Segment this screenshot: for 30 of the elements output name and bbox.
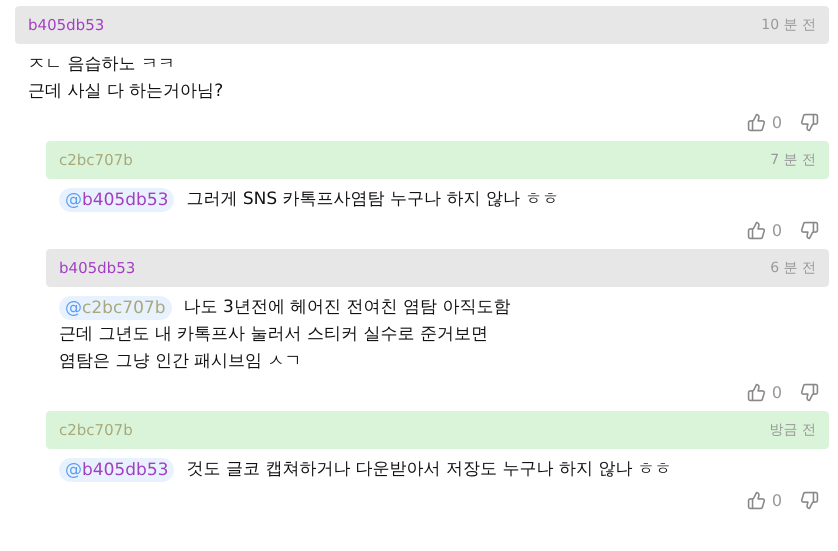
thumbs-up-icon[interactable] [746, 113, 766, 132]
mention-tag[interactable]: @c2bc707b [59, 296, 172, 320]
comment-time: 6 분 전 [770, 259, 816, 277]
comment-text: 근데 그년도 내 카톡프사 눌러서 스티커 실수로 준거보면 [59, 323, 488, 346]
comment-time: 7 분 전 [770, 151, 816, 169]
thumbs-up-icon[interactable] [746, 383, 766, 402]
comment-text: ㅈㄴ 음습하노 ㅋㅋ [28, 53, 175, 76]
thumbs-up-icon[interactable] [746, 491, 766, 510]
thumbs-down-icon[interactable] [800, 383, 819, 402]
thumbs-down-icon[interactable] [800, 221, 819, 240]
comment-time: 방금 전 [770, 421, 816, 439]
comment-text: 염탐은 그냥 인간 패시브임 ㅅㄱ [59, 350, 302, 373]
mention-tag[interactable]: @b405db53 [59, 188, 174, 212]
like-count: 0 [772, 221, 782, 240]
like-count: 0 [772, 383, 782, 402]
comment-time: 10 분 전 [761, 16, 816, 34]
thumbs-down-icon[interactable] [800, 113, 819, 132]
thumbs-down-icon[interactable] [800, 491, 819, 510]
author-name: c2bc707b [59, 151, 133, 169]
like-count: 0 [772, 491, 782, 510]
comment-text: 나도 3년전에 헤어진 전여친 염탐 아직도함 [184, 296, 510, 319]
like-count: 0 [772, 113, 782, 132]
thumbs-up-icon[interactable] [746, 221, 766, 240]
author-name: b405db53 [59, 259, 136, 277]
comment-text: 그러게 SNS 카톡프사염탐 누구나 하지 않나 ㅎㅎ [186, 188, 560, 211]
author-name: c2bc707b [59, 421, 133, 439]
comment-text: 근데 사실 다 하는거아님? [28, 80, 224, 103]
comment-text: 것도 글코 캡쳐하거나 다운받아서 저장도 누구나 하지 않나 ㅎㅎ [186, 458, 672, 481]
mention-tag[interactable]: @b405db53 [59, 458, 174, 482]
author-name: b405db53 [28, 16, 104, 34]
